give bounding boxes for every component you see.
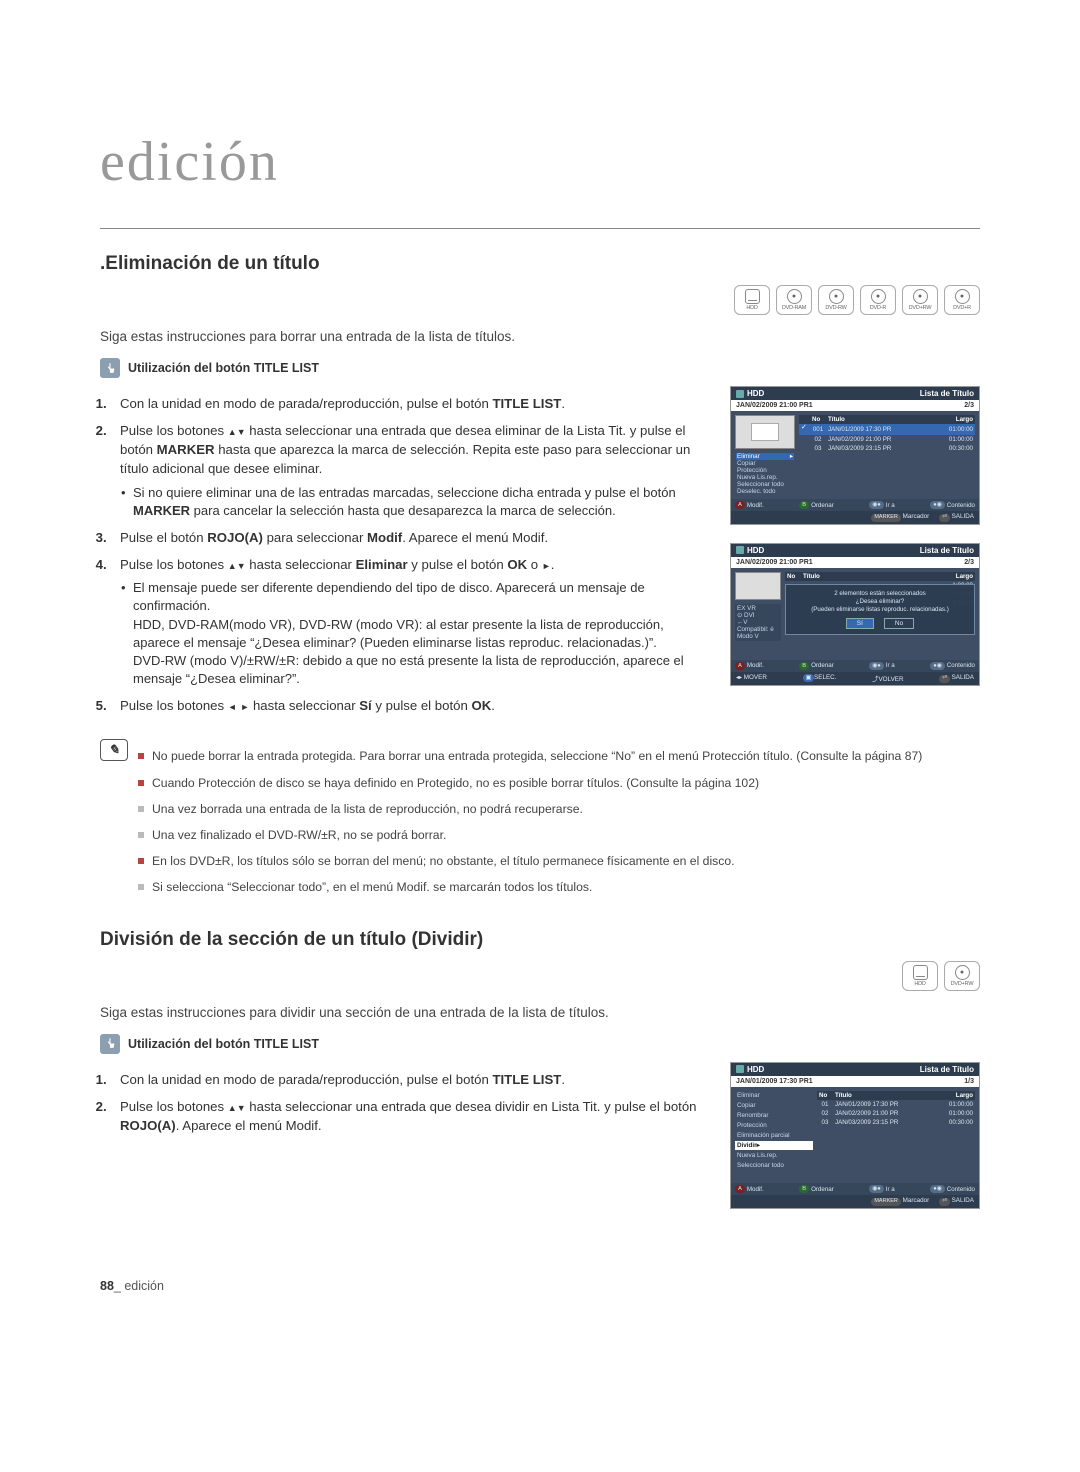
del-step-3: Pulse el botón ROJO(A) para seleccionar …	[114, 528, 710, 547]
note-icon: ✎	[100, 739, 128, 761]
page-number: 88	[100, 1279, 114, 1293]
title-list-method-label: Utilización del botón TITLE LIST	[128, 361, 319, 375]
del-step-2: Pulse los botones hasta seleccionar una …	[114, 421, 710, 520]
media-icon-dvd-ram: ●DVD-RAM	[776, 285, 812, 315]
section-divide-title: División de la sección de un título (Div…	[100, 929, 980, 951]
del-step-5: Pulse los botones hasta seleccionar Sí y…	[114, 696, 710, 715]
section-delete-title: .Eliminación de un título	[100, 253, 980, 275]
notes-list: No puede borrar la entrada protegida. Pa…	[138, 739, 922, 904]
media-icon-dvd+rw: ●DVD+RW	[902, 285, 938, 315]
footer-section: edición	[124, 1279, 164, 1293]
div-step-2: Pulse los botones hasta seleccionar una …	[114, 1097, 710, 1135]
media-icon-row-2: HDD●DVD+RW	[100, 961, 980, 991]
divide-intro: Siga estas instrucciones para dividir un…	[100, 1005, 980, 1020]
media-icon-hdd: HDD	[902, 961, 938, 991]
screenshot-divide-menu: HDDLista de Título JAN/01/2009 17:30 PR1…	[730, 1062, 980, 1209]
div-step-1: Con la unidad en modo de parada/reproduc…	[114, 1070, 710, 1089]
media-icon-row-1: HDD●DVD-RAM●DVD-RW●DVD-R●DVD+RW●DVD+R	[100, 285, 980, 315]
hand-icon	[100, 1034, 120, 1054]
title-list-method-label-2: Utilización del botón TITLE LIST	[128, 1037, 319, 1051]
media-icon-hdd: HDD	[734, 285, 770, 315]
media-icon-dvd+r: ●DVD+R	[944, 285, 980, 315]
screenshot-confirm-dialog: HDDLista de Título JAN/02/2009 21:00 PR1…	[730, 543, 980, 686]
del-step-1: Con la unidad en modo de parada/reproduc…	[114, 394, 710, 413]
delete-intro: Siga estas instrucciones para borrar una…	[100, 329, 980, 344]
page-title: edición	[100, 130, 980, 194]
del-step-4: Pulse los botones hasta seleccionar Elim…	[114, 555, 710, 688]
screenshot-title-list-modif: HDDLista de Título JAN/02/2009 21:00 PR1…	[730, 386, 980, 525]
hand-icon	[100, 358, 120, 378]
media-icon-dvd+rw: ●DVD+RW	[944, 961, 980, 991]
media-icon-dvd-rw: ●DVD-RW	[818, 285, 854, 315]
media-icon-dvd-r: ●DVD-R	[860, 285, 896, 315]
